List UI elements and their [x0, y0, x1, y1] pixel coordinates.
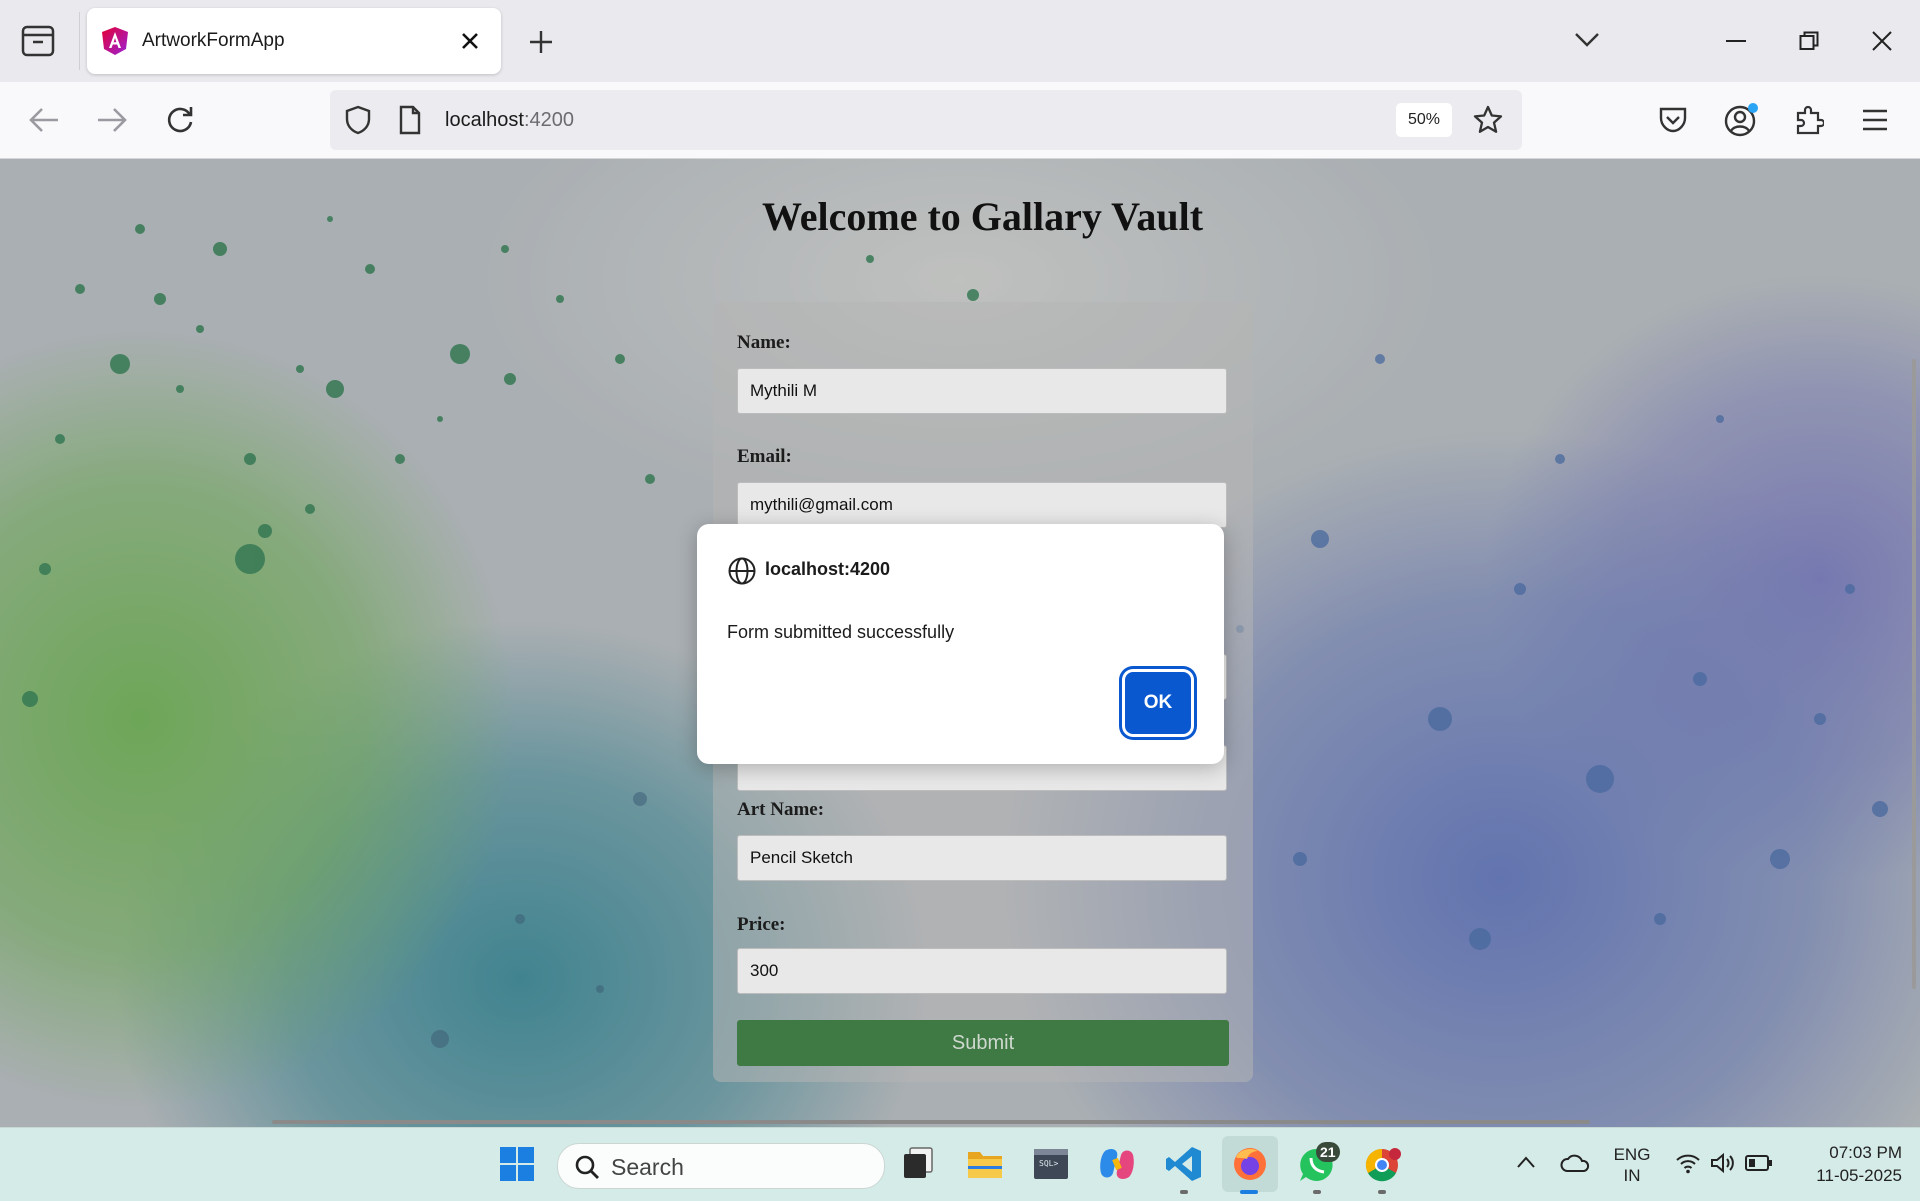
clock[interactable]: 07:03 PM 11-05-2025 — [1790, 1141, 1902, 1187]
taskbar-search[interactable]: Search — [557, 1143, 885, 1189]
angular-logo-icon — [102, 27, 128, 55]
extensions-icon[interactable] — [1794, 104, 1824, 136]
whatsapp-running-indicator — [1313, 1190, 1321, 1194]
search-icon — [575, 1155, 599, 1179]
name-label: Name: — [737, 332, 791, 353]
vertical-scrollbar[interactable] — [1912, 359, 1916, 989]
navigation-bar: localhost:4200 50% — [0, 82, 1920, 159]
show-hidden-icons-chevron-up-icon[interactable] — [1516, 1155, 1536, 1169]
ok-button[interactable]: OK — [1125, 672, 1191, 734]
email-input[interactable]: mythili@gmail.com — [737, 482, 1227, 528]
volume-icon[interactable] — [1710, 1152, 1736, 1174]
reload-icon[interactable] — [164, 103, 196, 135]
chrome-icon[interactable] — [1363, 1146, 1401, 1184]
tab-artworkformapp[interactable]: ArtworkFormApp — [87, 8, 501, 74]
url-port: :4200 — [523, 109, 574, 131]
vscode-icon[interactable] — [1165, 1145, 1203, 1183]
whatsapp-badge: 21 — [1316, 1142, 1340, 1162]
close-tab-icon[interactable] — [461, 32, 479, 50]
dialog-message: Form submitted successfully — [727, 622, 955, 642]
windows-start-icon[interactable] — [499, 1146, 535, 1182]
zoom-level-badge[interactable]: 50% — [1396, 103, 1452, 137]
page-info-icon[interactable] — [398, 105, 422, 135]
battery-icon[interactable] — [1745, 1155, 1773, 1171]
sql-terminal-icon[interactable]: SQL> — [1032, 1146, 1070, 1182]
tab-overview-icon[interactable] — [20, 24, 56, 58]
clock-date: 11-05-2025 — [1816, 1166, 1902, 1185]
wifi-icon[interactable] — [1675, 1152, 1701, 1174]
language-code: ENG — [1613, 1145, 1651, 1164]
onedrive-cloud-icon[interactable] — [1560, 1152, 1590, 1174]
menu-hamburger-icon[interactable] — [1862, 109, 1888, 131]
taskbar: Search SQL> 21 ENG IN 07:03 PM 11-05-202… — [0, 1127, 1920, 1201]
copilot-icon[interactable] — [1097, 1145, 1137, 1183]
list-tabs-chevron-down-icon[interactable] — [1574, 31, 1600, 49]
input-language[interactable]: ENG IN — [1600, 1144, 1664, 1186]
vscode-running-indicator — [1180, 1190, 1188, 1194]
url-host: localhost — [445, 109, 524, 131]
chrome-running-indicator — [1378, 1190, 1386, 1194]
tab-bar: ArtworkFormApp — [0, 0, 1920, 82]
dialog-origin: localhost:4200 — [765, 559, 891, 579]
account-icon[interactable] — [1723, 102, 1759, 138]
task-view-icon[interactable] — [900, 1146, 936, 1182]
forward-arrow-icon[interactable] — [96, 106, 128, 134]
alert-dialog: localhost:4200 Form submitted successful… — [697, 524, 1224, 764]
file-explorer-icon[interactable] — [966, 1146, 1004, 1182]
submit-button[interactable]: Submit — [737, 1020, 1229, 1066]
minimize-icon[interactable] — [1726, 39, 1746, 43]
language-region: IN — [1623, 1166, 1641, 1185]
page-title: Welcome to Gallary Vault — [761, 194, 1204, 239]
bookmark-star-icon[interactable] — [1472, 104, 1504, 136]
globe-icon — [728, 557, 756, 585]
window-close-icon[interactable] — [1872, 31, 1892, 51]
clock-time: 07:03 PM — [1829, 1143, 1902, 1162]
search-placeholder: Search — [611, 1154, 684, 1180]
url-bar[interactable]: localhost:4200 50% — [330, 90, 1522, 150]
email-label: Email: — [737, 446, 792, 467]
new-tab-icon[interactable] — [528, 29, 554, 55]
art-name-label: Art Name: — [737, 799, 825, 820]
name-input[interactable]: Mythili M — [737, 368, 1227, 414]
svg-text:SQL>: SQL> — [1039, 1159, 1058, 1168]
back-arrow-icon[interactable] — [28, 106, 60, 134]
url-text[interactable]: localhost:4200 — [445, 109, 574, 132]
restore-icon[interactable] — [1799, 31, 1819, 51]
art-name-input[interactable]: Pencil Sketch — [737, 835, 1227, 881]
firefox-running-indicator — [1240, 1190, 1258, 1194]
shield-icon[interactable] — [344, 105, 372, 135]
horizontal-scrollbar[interactable] — [272, 1120, 1590, 1124]
tab-title: ArtworkFormApp — [142, 30, 285, 51]
price-input[interactable]: 300 — [737, 948, 1227, 994]
price-label: Price: — [737, 914, 786, 935]
pocket-icon[interactable] — [1658, 106, 1688, 134]
firefox-icon[interactable] — [1231, 1145, 1269, 1183]
